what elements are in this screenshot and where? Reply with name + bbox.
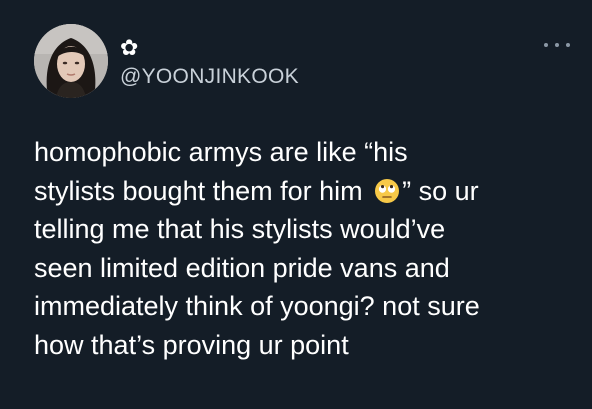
- face-with-rolling-eyes-icon: [375, 178, 400, 203]
- tweet-line: how that’s proving ur point: [34, 329, 349, 360]
- tweet-line: stylists bought them for him ” so ur: [34, 172, 574, 211]
- user-handle[interactable]: @YOONJINKOOK: [120, 66, 299, 88]
- tweet-line: immediately think of yoongi? not sure: [34, 291, 480, 321]
- more-options-button[interactable]: [544, 38, 570, 52]
- tweet-text: homophobic armys are like “his stylists …: [34, 133, 574, 364]
- tweet-line-segment: stylists bought them for him: [34, 175, 363, 206]
- display-name[interactable]: ✿: [120, 38, 138, 60]
- ellipsis-icon: [566, 43, 570, 47]
- ellipsis-icon: [555, 43, 559, 47]
- tweet-line: telling me that his stylists would’ve: [34, 214, 446, 244]
- ellipsis-icon: [544, 43, 548, 47]
- tweet-card: ✿ @YOONJINKOOK homophobic armys are like…: [0, 0, 592, 409]
- avatar-photo-icon: [34, 24, 108, 98]
- avatar[interactable]: [34, 24, 108, 98]
- tweet-line-segment: ” so ur: [402, 175, 479, 206]
- tweet-line: homophobic armys are like “his: [34, 137, 408, 167]
- tweet-line: seen limited edition pride vans and: [34, 252, 450, 283]
